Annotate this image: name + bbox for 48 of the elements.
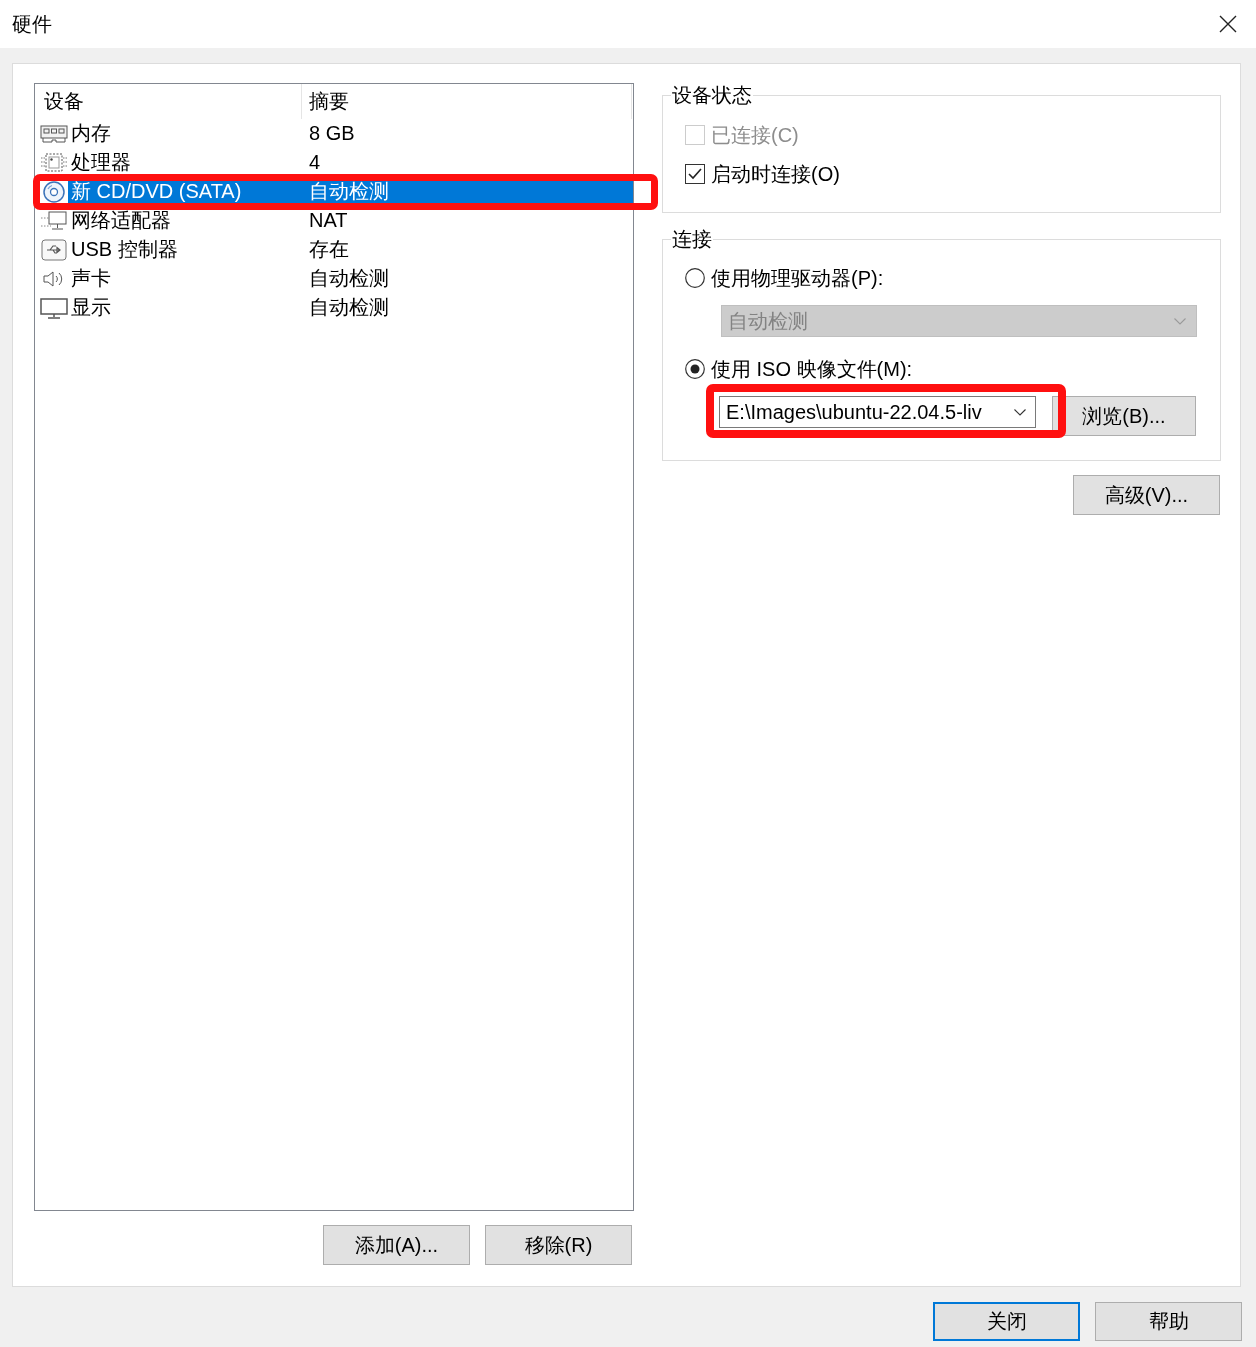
disc-icon: [40, 180, 68, 203]
browse-button[interactable]: 浏览(B)...: [1052, 396, 1196, 436]
device-summary: 4: [308, 150, 322, 175]
device-summary: 自动检测: [308, 179, 390, 204]
chevron-down-icon: [1014, 408, 1026, 416]
checkbox[interactable]: [685, 164, 705, 184]
window-title: 硬件: [12, 12, 52, 36]
iso-path-combobox[interactable]: E:\Images\ubuntu-22.04.5-liv: [719, 396, 1036, 428]
close-button[interactable]: [1219, 15, 1237, 33]
close-dialog-button[interactable]: 关闭: [933, 1302, 1080, 1341]
device-name: 新 CD/DVD (SATA): [70, 179, 243, 204]
help-button[interactable]: 帮助: [1095, 1302, 1242, 1341]
device-list-item[interactable]: 内存 8 GB: [35, 121, 633, 146]
device-list-item[interactable]: 处理器 4: [35, 150, 633, 175]
radio-button[interactable]: [685, 268, 705, 288]
processor-icon: [40, 151, 68, 174]
group-title: 设备状态: [671, 83, 753, 107]
checkbox-label[interactable]: 启动时连接(O): [711, 161, 840, 187]
device-list-item[interactable]: USB 控制器 存在: [35, 237, 633, 262]
device-name: 显示: [70, 295, 112, 320]
close-icon: [1219, 15, 1237, 33]
network-icon: [40, 209, 68, 232]
radio-label[interactable]: 使用物理驱动器(P):: [711, 265, 884, 291]
device-name: 网络适配器: [70, 208, 172, 233]
radio-button[interactable]: [685, 359, 705, 379]
add-button[interactable]: 添加(A)...: [323, 1225, 470, 1265]
column-header[interactable]: 设备: [35, 84, 301, 119]
device-list-item[interactable]: 显示 自动检测: [35, 295, 633, 320]
device-summary: 8 GB: [308, 121, 356, 146]
group-title: 连接: [671, 227, 713, 251]
chevron-down-icon: [1174, 317, 1186, 325]
device-name: 内存: [70, 121, 112, 146]
device-name: 声卡: [70, 266, 112, 291]
usb-icon: [40, 238, 68, 261]
memory-icon: [40, 122, 68, 145]
advanced-button[interactable]: 高级(V)...: [1073, 475, 1220, 515]
device-name: 处理器: [70, 150, 132, 175]
device-list-item[interactable]: 网络适配器 NAT: [35, 208, 633, 233]
remove-button[interactable]: 移除(R): [485, 1225, 632, 1265]
column-header[interactable]: 摘要: [301, 84, 632, 119]
monitor-icon: [40, 296, 68, 319]
device-summary: NAT: [308, 208, 349, 233]
device-summary: 自动检测: [308, 266, 390, 291]
device-name: USB 控制器: [70, 237, 179, 262]
device-summary: 存在: [308, 237, 350, 262]
device-list-item[interactable]: 声卡 自动检测: [35, 266, 633, 291]
radio-label[interactable]: 使用 ISO 映像文件(M):: [711, 356, 913, 382]
device-summary: 自动检测: [308, 295, 390, 320]
